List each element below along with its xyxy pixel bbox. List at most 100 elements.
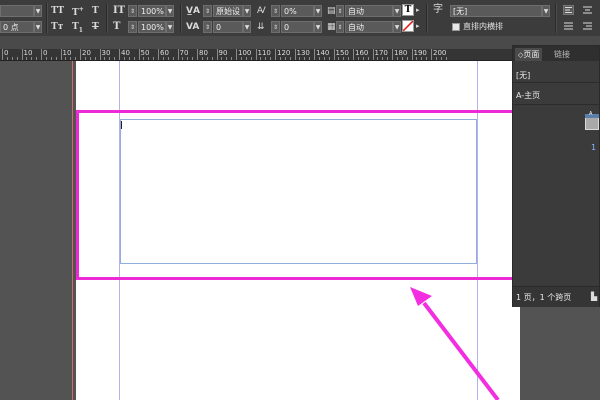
- all-caps-icon[interactable]: TT: [51, 5, 64, 17]
- ruler-minor-tick: [387, 57, 389, 60]
- auto-bottom-stepper[interactable]: ⇕: [336, 21, 344, 33]
- panel-footer: 1 页，1 个跨页 ▙: [513, 286, 599, 307]
- ruler-minor-tick: [343, 57, 345, 60]
- ruler-minor-tick: [109, 57, 111, 60]
- character-grid-icon: ▦: [327, 22, 336, 32]
- kerning-dropdown[interactable]: ▼: [243, 5, 251, 17]
- ruler-minor-tick: [357, 57, 359, 60]
- pages-panel: ◇页面 链接 [无] A-主页 A 1 1 页，1 个跨页 ▙: [512, 45, 600, 307]
- ruler-minor-tick: [289, 57, 291, 60]
- ruler-minor-tick: [226, 57, 228, 60]
- ruler-minor-tick: [304, 57, 306, 60]
- auto-top-stepper[interactable]: ⇕: [336, 5, 344, 17]
- superscript-icon[interactable]: T+: [72, 4, 84, 18]
- font-family-dropdown[interactable]: ▼: [34, 5, 42, 17]
- kerning-value: 原始设: [216, 7, 240, 16]
- tracking-field[interactable]: 0: [213, 21, 243, 33]
- skew-stepper[interactable]: ⇕: [271, 5, 280, 17]
- highlight-box: [76, 110, 523, 280]
- vertical-scale-icon: IT: [113, 5, 126, 16]
- ruler-tick-label: 150: [335, 49, 349, 57]
- auto-top-value: 自动: [348, 7, 364, 16]
- auto-top-dropdown[interactable]: ▼: [393, 5, 401, 17]
- leading-field[interactable]: 0 点: [0, 21, 34, 33]
- ruler-minor-tick: [240, 57, 242, 60]
- vertical-scale-field[interactable]: 100%: [138, 5, 166, 17]
- master-none-item[interactable]: [无]: [516, 70, 530, 81]
- character-style-dropdown[interactable]: ▼: [542, 5, 550, 17]
- ruler-minor-tick: [45, 57, 47, 60]
- small-caps-icon[interactable]: Tт: [51, 21, 63, 33]
- ruler-minor-tick: [377, 57, 379, 60]
- kerning-icon: V̲A: [186, 6, 200, 16]
- stroke-menu-arrow-icon[interactable]: ▸: [416, 20, 420, 32]
- skew-dropdown[interactable]: ▼: [314, 5, 322, 17]
- skew-value: 0%: [284, 7, 297, 16]
- separator: [180, 3, 182, 33]
- horizontal-scale-field[interactable]: 100%: [138, 21, 166, 33]
- align-center-icon[interactable]: [582, 5, 593, 15]
- ruler-minor-tick: [382, 57, 384, 60]
- horizontal-scale-dropdown[interactable]: ▼: [166, 21, 174, 33]
- underline-icon[interactable]: T: [92, 5, 99, 17]
- horizontal-scale-stepper[interactable]: ⇕: [128, 21, 137, 33]
- page-count-label: 1 页，1 个跨页: [516, 293, 572, 302]
- ruler-tick-label: 110: [257, 49, 271, 57]
- align-left-icon[interactable]: [563, 5, 574, 15]
- text-fill-swatch-icon[interactable]: T: [402, 4, 414, 16]
- baseline-field[interactable]: 0: [281, 21, 314, 33]
- tab-pages[interactable]: ◇页面: [515, 48, 543, 61]
- vertical-scale-stepper[interactable]: ⇕: [128, 5, 137, 17]
- strikethrough-icon[interactable]: T: [92, 21, 99, 33]
- ruler-strip: [0, 36, 600, 49]
- grid-align-icon: ▤: [327, 6, 336, 16]
- vertical-scale-dropdown[interactable]: ▼: [166, 5, 174, 17]
- ruler-minor-tick: [172, 57, 174, 60]
- horizontal-ruler[interactable]: 0 10 0 10 20 30 40 50 60 70 80 90 100 110 120 130 140 150…: [0, 49, 600, 61]
- new-page-icon[interactable]: ▙: [591, 292, 597, 301]
- ruler-minor-tick: [84, 57, 86, 60]
- ruler-minor-tick: [260, 57, 262, 60]
- ruler-minor-tick: [421, 57, 423, 60]
- character-style-field[interactable]: [无]: [450, 5, 542, 17]
- ruler-minor-tick: [445, 57, 447, 60]
- ruler-minor-tick: [114, 57, 116, 60]
- ruler-minor-tick: [128, 57, 130, 60]
- stroke-none-swatch-icon[interactable]: [402, 20, 414, 32]
- tab-links-label: 链接: [554, 50, 570, 59]
- ruler-minor-tick: [192, 57, 194, 60]
- align-justify-icon[interactable]: [563, 21, 574, 31]
- leading-dropdown[interactable]: ▼: [34, 21, 42, 33]
- kerning-field[interactable]: 原始设: [213, 5, 243, 17]
- tab-links[interactable]: 链接: [551, 48, 573, 61]
- skew-field[interactable]: 0%: [281, 5, 314, 17]
- ruler-minor-tick: [16, 57, 18, 60]
- ruler-minor-tick: [104, 57, 106, 60]
- baseline-shift-icon: ⇊: [257, 22, 265, 32]
- baseline-dropdown[interactable]: ▼: [314, 21, 322, 33]
- kerning-stepper[interactable]: ⇕: [203, 5, 212, 17]
- auto-top-field[interactable]: 自动: [345, 5, 393, 17]
- panel-tab-bar: ◇页面 链接: [513, 46, 599, 61]
- align-right-icon[interactable]: [582, 21, 593, 31]
- master-a-item[interactable]: A-主页: [516, 90, 540, 101]
- ruler-minor-tick: [440, 57, 442, 60]
- tate-chu-yoko-checkbox[interactable]: [452, 23, 460, 31]
- auto-bottom-dropdown[interactable]: ▼: [393, 21, 401, 33]
- auto-bottom-field[interactable]: 自动: [345, 21, 393, 33]
- tracking-dropdown[interactable]: ▼: [243, 21, 251, 33]
- ruler-minor-tick: [70, 57, 72, 60]
- tate-chu-yoko-label: 直排内横排: [463, 22, 503, 31]
- subscript-icon[interactable]: T1: [72, 21, 83, 34]
- ruler-minor-tick: [245, 57, 247, 60]
- font-family-field[interactable]: [0, 5, 34, 17]
- ruler-minor-tick: [435, 57, 437, 60]
- panel-divider: [513, 82, 599, 83]
- baseline-stepper[interactable]: ⇕: [271, 21, 280, 33]
- fill-menu-arrow-icon[interactable]: ▸: [416, 4, 420, 16]
- ruler-minor-tick: [231, 57, 233, 60]
- ruler-minor-tick: [167, 57, 169, 60]
- tracking-stepper[interactable]: ⇕: [203, 21, 212, 33]
- ruler-minor-tick: [89, 57, 91, 60]
- separator: [426, 3, 428, 33]
